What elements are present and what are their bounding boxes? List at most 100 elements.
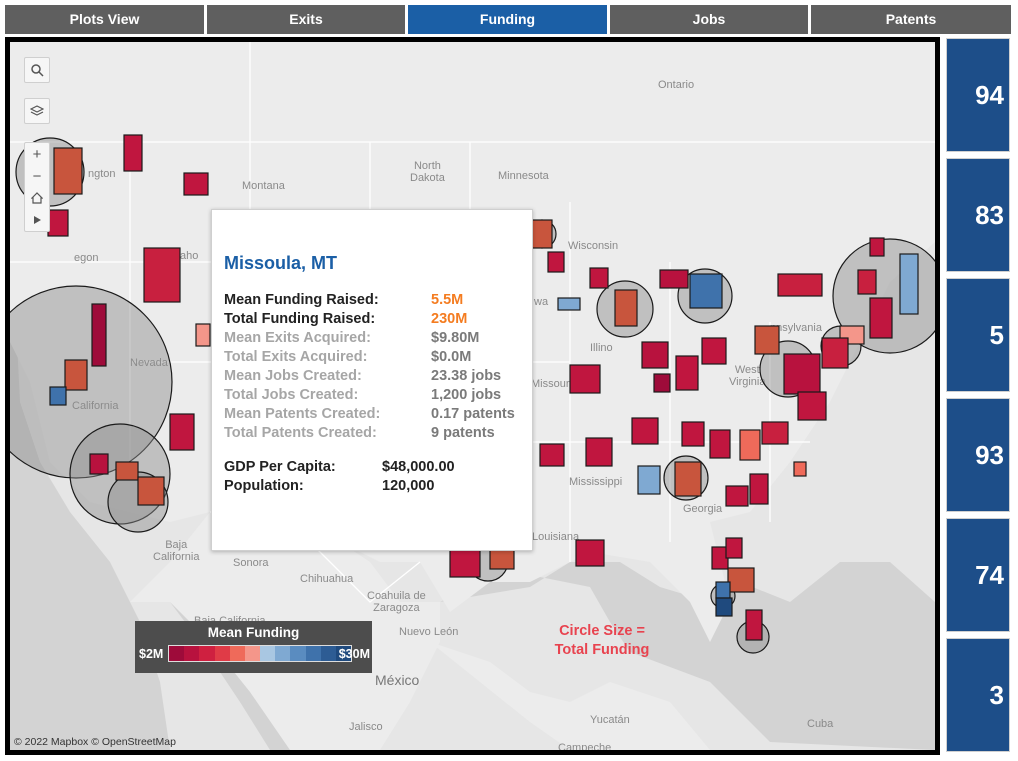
funding-region xyxy=(557,297,581,311)
legend-color-ramp xyxy=(168,645,352,662)
tooltip-key: Total Jobs Created: xyxy=(224,387,359,403)
funding-region xyxy=(754,325,780,355)
funding-region xyxy=(585,437,613,467)
tab-plots-view[interactable]: Plots View xyxy=(5,5,204,34)
map-layers-button[interactable] xyxy=(24,98,50,124)
funding-region xyxy=(115,461,139,481)
tooltip-key: Mean Funding Raised: xyxy=(224,292,379,308)
funding-region xyxy=(49,386,67,406)
funding-region xyxy=(641,341,669,369)
kpi-tile: 3 xyxy=(946,638,1010,752)
funding-region xyxy=(137,476,165,506)
funding-region xyxy=(727,567,755,593)
funding-region xyxy=(701,337,727,365)
kpi-tile: 83 xyxy=(946,158,1010,272)
tooltip-value: 1,200 jobs xyxy=(431,387,502,403)
pan-tool-button[interactable] xyxy=(25,209,49,231)
legend-swatch xyxy=(305,646,321,661)
tab-funding[interactable]: Funding xyxy=(408,5,607,34)
funding-region xyxy=(91,303,107,367)
legend-swatch xyxy=(169,646,185,661)
reset-home-button[interactable] xyxy=(25,187,49,209)
tooltip-value: 23.38 jobs xyxy=(431,368,502,384)
legend-swatch xyxy=(260,646,276,661)
tab-patents[interactable]: Patents xyxy=(811,5,1011,34)
kpi-tile: 93 xyxy=(946,398,1010,512)
funding-region xyxy=(725,537,743,559)
funding-region xyxy=(689,273,723,309)
tooltip-value: 0.17 patents xyxy=(431,406,515,422)
tooltip-key: Mean Exits Acquired: xyxy=(224,330,371,346)
funding-region xyxy=(869,237,885,257)
funding-region xyxy=(745,609,763,641)
tooltip-value: 120,000 xyxy=(382,478,435,494)
legend-swatch xyxy=(184,646,200,661)
map-canvas[interactable]: Ontario North Dakota Minnesota Montana n… xyxy=(10,42,935,750)
city-tooltip: Missoula, MT Mean Funding Raised: 5.5M T… xyxy=(211,209,533,551)
funding-region xyxy=(857,269,877,295)
tooltip-key: Population: xyxy=(224,478,304,494)
funding-region xyxy=(674,461,702,497)
funding-region xyxy=(777,273,823,297)
funding-region xyxy=(531,219,553,249)
kpi-tile: 94 xyxy=(946,38,1010,152)
funding-region xyxy=(653,373,671,393)
legend-min-label: $2M xyxy=(139,647,164,661)
legend-max-label: $30M xyxy=(338,647,370,661)
funding-region xyxy=(793,461,807,477)
kpi-tile: 74 xyxy=(946,518,1010,632)
funding-region xyxy=(797,391,827,421)
home-icon xyxy=(31,192,43,204)
funding-region xyxy=(575,539,605,567)
funding-region xyxy=(675,355,699,391)
funding-region xyxy=(47,209,69,237)
view-tab-bar: Plots View Exits Funding Jobs Patents xyxy=(5,5,1011,35)
tab-jobs[interactable]: Jobs xyxy=(610,5,808,34)
legend-swatch xyxy=(214,646,230,661)
legend-swatch xyxy=(320,646,336,661)
tooltip-value: 230M xyxy=(431,311,468,327)
funding-region xyxy=(681,421,705,447)
funding-region xyxy=(637,465,661,495)
funding-region xyxy=(614,289,638,327)
zoom-out-button[interactable]: − xyxy=(25,165,49,187)
funding-region xyxy=(547,251,565,273)
funding-region xyxy=(89,453,109,475)
legend-swatch xyxy=(229,646,245,661)
map-zoom-controls: + − xyxy=(24,142,50,232)
funding-region xyxy=(761,421,789,445)
funding-region xyxy=(449,546,481,578)
legend-swatch xyxy=(275,646,291,661)
funding-region xyxy=(899,253,919,315)
tooltip-value: 5.5M xyxy=(431,292,464,308)
tooltip-city-title: Missoula, MT xyxy=(224,253,338,273)
funding-region xyxy=(489,548,515,570)
tooltip-value: 9 patents xyxy=(431,425,495,441)
funding-region xyxy=(183,172,209,196)
kpi-tile: 5 xyxy=(946,278,1010,392)
legend-title: Mean Funding xyxy=(207,625,300,640)
search-icon xyxy=(31,64,44,77)
legend-swatch xyxy=(244,646,261,661)
funding-region xyxy=(195,323,211,347)
funding-region xyxy=(715,597,733,617)
zoom-in-button[interactable]: + xyxy=(25,143,49,165)
map-frame: Ontario North Dakota Minnesota Montana n… xyxy=(5,37,940,755)
tooltip-key: GDP Per Capita: xyxy=(224,459,336,475)
map-search-button[interactable] xyxy=(24,57,50,83)
funding-region xyxy=(539,443,565,467)
funding-region xyxy=(821,337,849,369)
tooltip-value: $9.80M xyxy=(431,330,480,346)
tooltip-key: Mean Jobs Created: xyxy=(224,368,362,384)
funding-region xyxy=(169,413,195,451)
legend-swatch xyxy=(199,646,215,661)
funding-region xyxy=(64,359,88,391)
tooltip-key: Total Funding Raised: xyxy=(224,311,376,327)
tooltip-key: Total Patents Created: xyxy=(224,425,377,441)
play-icon xyxy=(34,216,41,224)
funding-region xyxy=(869,297,893,339)
funding-region xyxy=(659,269,689,289)
tab-exits[interactable]: Exits xyxy=(207,5,405,34)
funding-region xyxy=(783,353,821,395)
zoom-in-icon: + xyxy=(32,145,42,163)
